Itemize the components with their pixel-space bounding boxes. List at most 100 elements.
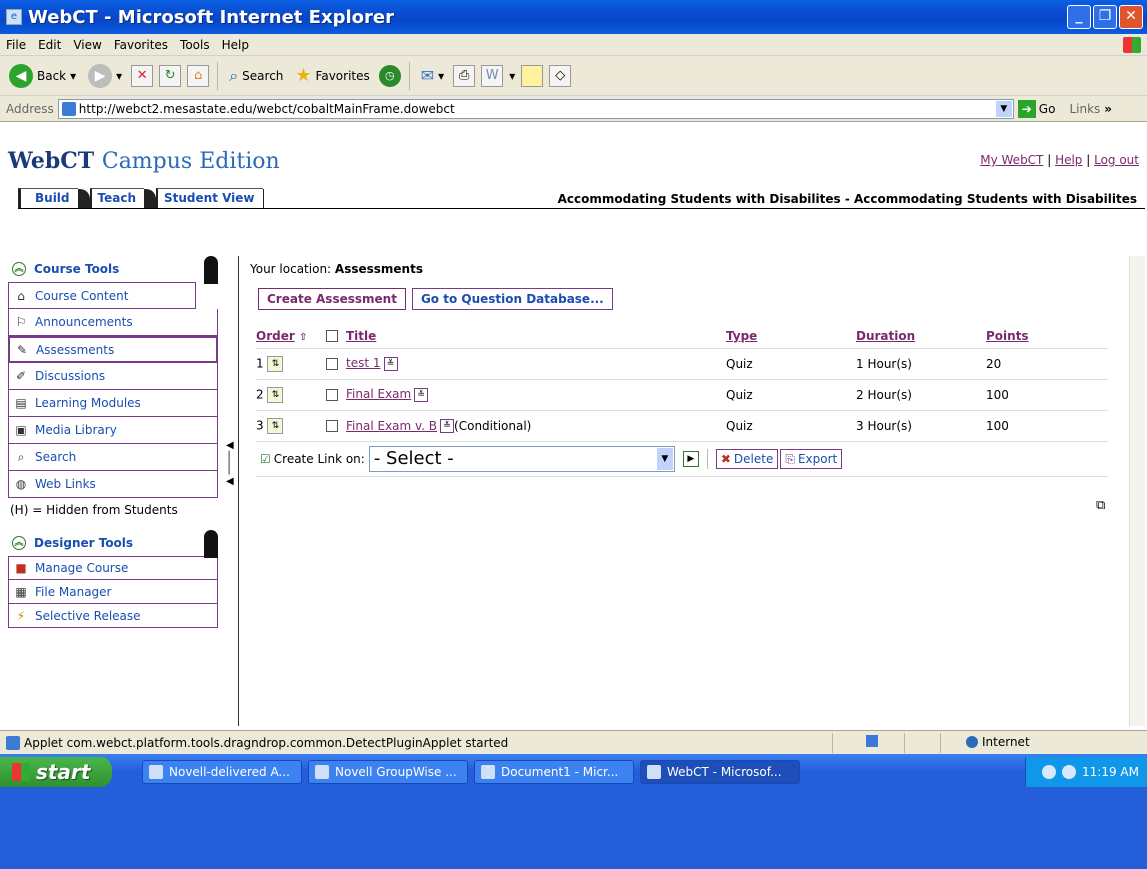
history-icon[interactable]: ◷ — [378, 64, 401, 87]
course-tools-header[interactable]: ︽ Course Tools — [8, 256, 218, 284]
tab-build[interactable]: Build — [18, 188, 90, 209]
menu-view[interactable]: View — [73, 38, 101, 52]
links-label[interactable]: Links — [1069, 102, 1100, 116]
tab-student-view[interactable]: Student View — [156, 188, 275, 209]
maximize-button[interactable]: ❐ — [1093, 5, 1117, 29]
content-scrollbar[interactable] — [1129, 256, 1145, 726]
logout-link[interactable]: Log out — [1094, 153, 1139, 167]
edit-word-icon[interactable]: W — [481, 64, 504, 87]
designer-tools-header[interactable]: ︽ Designer Tools — [8, 530, 218, 558]
row-checkbox[interactable] — [326, 420, 338, 432]
my-webct-link[interactable]: My WebCT — [980, 153, 1043, 167]
menu-edit[interactable]: Edit — [38, 38, 61, 52]
sidebar-item-discussions[interactable]: ✐ Discussions — [8, 363, 218, 390]
sidebar-item-learning-modules[interactable]: ▤ Learning Modules — [8, 390, 218, 417]
browser-toolbar: ◀ Back ▾ ▶ ▾ ✕ ↻ ⌂ ⌕ Search ★ Favorites ◷ … — [0, 56, 1147, 96]
favorites-button[interactable]: ★ Favorites — [292, 63, 372, 88]
media-icon: ▣ — [15, 423, 27, 437]
help-link[interactable]: Help — [1055, 153, 1082, 167]
select-all-checkbox[interactable] — [326, 330, 338, 343]
start-button[interactable]: start — [0, 757, 112, 787]
table-row: 3 ⇅ Final Exam v. B ≚ (Conditional) Quiz 3… — [256, 409, 1108, 441]
menu-icon[interactable]: ≚ — [440, 419, 455, 433]
system-tray: 11:19 AM — [1025, 757, 1147, 787]
address-input[interactable]: http://webct2.mesastate.edu/webct/cobalt… — [57, 98, 1014, 119]
page-icon — [61, 101, 76, 116]
table-row: 1 ⇅ test 1 ≚ Quiz 1 Hour(s) 20 — [256, 347, 1108, 379]
search-button[interactable]: ⌕ Search — [226, 64, 286, 88]
row-checkbox[interactable] — [326, 388, 338, 401]
reorder-icon[interactable]: ⇅ — [267, 386, 284, 403]
refresh-icon[interactable]: ↻ — [159, 64, 182, 87]
assessment-title-link[interactable]: test 1 — [346, 356, 381, 370]
col-points[interactable]: Points — [986, 324, 1108, 348]
export-button[interactable]: ⎘ Export — [780, 449, 843, 469]
app-icon — [149, 765, 163, 779]
sidebar-splitter[interactable]: ◀ │ │ ◀ — [226, 440, 234, 488]
delete-button[interactable]: ✖ Delete — [715, 449, 779, 469]
release-icon: ⚡ — [16, 608, 26, 623]
menu-tools[interactable]: Tools — [180, 38, 210, 52]
reorder-icon[interactable]: ⇅ — [267, 417, 284, 434]
row-checkbox[interactable] — [326, 357, 338, 370]
forward-button[interactable]: ▶ ▾ — [85, 62, 125, 90]
col-duration[interactable]: Duration — [856, 324, 986, 348]
menu-help[interactable]: Help — [222, 38, 249, 52]
close-button[interactable]: ✕ — [1119, 5, 1143, 29]
sidebar-item-file-manager[interactable]: ▦ File Manager — [8, 580, 218, 604]
col-type[interactable]: Type — [726, 324, 856, 348]
taskbar-item[interactable]: Document1 - Micr... — [474, 760, 634, 784]
menu-icon[interactable]: ≚ — [414, 387, 429, 402]
tray-icon[interactable] — [1042, 765, 1057, 779]
mail-button[interactable]: ✉ ▾ — [418, 64, 447, 87]
stop-icon[interactable]: ✕ — [131, 64, 154, 87]
view-tabs: Build Teach Student View — [18, 186, 275, 209]
go-arrow-button[interactable]: ▶ — [682, 451, 699, 467]
note-icon[interactable] — [521, 64, 544, 87]
sidebar-item-search[interactable]: ⌕ Search — [8, 444, 218, 471]
sidebar-item-course-content[interactable]: ⌂ Course Content — [8, 282, 196, 309]
menu-icon[interactable]: ≚ — [383, 356, 398, 371]
reorder-icon[interactable]: ⇅ — [267, 355, 284, 372]
page-status-icon — [6, 735, 20, 750]
menu-file[interactable]: File — [6, 38, 26, 52]
taskbar: start Novell-delivered A... Novell Group… — [0, 754, 1147, 869]
messenger-icon[interactable]: ◇ — [549, 64, 572, 87]
tray-icon[interactable] — [1062, 765, 1077, 779]
taskbar-item-active[interactable]: WebCT - Microsof... — [640, 760, 800, 784]
windows-logo-icon — [1123, 37, 1141, 53]
sidebar-item-manage-course[interactable]: ■ Manage Course — [8, 556, 218, 580]
window-title-bar: e WebCT - Microsoft Internet Explorer _ … — [0, 0, 1147, 34]
points-cell: 20 — [986, 347, 1108, 379]
create-link-select[interactable]: - Select - ▼ — [368, 446, 675, 472]
back-button[interactable]: ◀ Back ▾ — [6, 62, 79, 90]
assessment-title-link[interactable]: Final Exam — [346, 387, 411, 401]
frame-divider — [238, 256, 239, 726]
minimize-button[interactable]: _ — [1067, 5, 1091, 29]
print-icon[interactable]: ⎙ — [453, 64, 476, 87]
create-link-label: Create Link on: — [273, 452, 365, 466]
taskbar-item[interactable]: Novell GroupWise ... — [308, 760, 468, 784]
app-icon — [481, 765, 495, 779]
sidebar-item-assessments[interactable]: ✎ Assessments — [8, 336, 218, 363]
favorites-label: Favorites — [315, 68, 370, 83]
home-icon[interactable]: ⌂ — [187, 64, 210, 87]
assessment-title-link[interactable]: Final Exam v. B — [346, 419, 437, 433]
question-database-button[interactable]: Go to Question Database... — [411, 288, 613, 310]
address-dropdown-icon[interactable]: ▼ — [995, 100, 1012, 117]
menu-favorites[interactable]: Favorites — [114, 38, 168, 52]
create-assessment-button[interactable]: Create Assessment — [258, 288, 406, 310]
copy-icon[interactable]: ⧉ — [1096, 498, 1105, 513]
tab-teach[interactable]: Teach — [89, 188, 156, 209]
sidebar-item-web-links[interactable]: ◍ Web Links — [8, 471, 218, 498]
go-button[interactable]: ➔ Go — [1017, 99, 1055, 118]
course-tools-label: Course Tools — [34, 262, 120, 276]
go-arrow-icon: ➔ — [1017, 99, 1036, 118]
sidebar-item-selective-release[interactable]: ⚡ Selective Release — [8, 604, 218, 628]
taskbar-item[interactable]: Novell-delivered A... — [142, 760, 302, 784]
sidebar-item-media-library[interactable]: ▣ Media Library — [8, 417, 218, 444]
sidebar-item-announcements[interactable]: ⚐ Announcements — [8, 309, 218, 336]
brand-webct: WebCT — [8, 148, 95, 174]
col-order[interactable]: Order ⇧ — [256, 324, 326, 348]
col-title[interactable]: Title — [326, 324, 726, 348]
